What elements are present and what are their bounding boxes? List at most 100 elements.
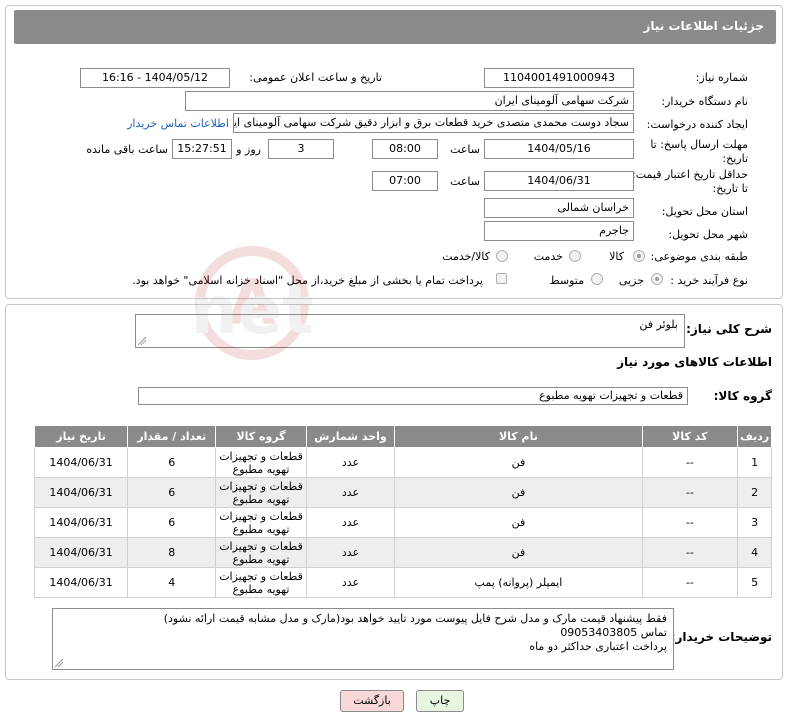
cell-qty: 6 — [127, 447, 217, 478]
buyer-notes-textarea[interactable]: فقط پیشنهاد قیمت مارک و مدل شرح فایل پیو… — [52, 608, 674, 670]
goods-table-header: ردیف کد کالا نام کالا واحد شمارش گروه کا… — [33, 425, 772, 448]
cell-row: 3 — [737, 507, 772, 538]
creator-label: ایجاد کننده درخواست: — [646, 118, 748, 131]
announce-datetime-field: 1404/05/12 - 16:16 — [80, 68, 230, 88]
buyer-org-field: شرکت سهامی آلومینای ایران — [185, 91, 634, 111]
cell-qty: 6 — [127, 477, 217, 508]
province-field: خراسان شمالی — [484, 198, 634, 218]
need-summary-label: شرح کلی نیاز: — [686, 322, 772, 336]
resize-grip-icon — [55, 659, 63, 667]
print-button[interactable]: چاپ — [416, 690, 464, 712]
cell-code: -- — [641, 567, 739, 598]
goods-group-label: گروه کالا: — [713, 389, 772, 403]
cell-row: 1 — [737, 447, 772, 478]
days-label: روز و — [236, 143, 261, 156]
price-validity-label: حداقل تاریخ اعتبار قیمت: — [632, 168, 748, 181]
cell-code: -- — [641, 537, 739, 568]
process-medium-radio[interactable] — [591, 273, 603, 285]
cell-date: 1404/06/31 — [33, 447, 129, 478]
reply-deadline-label: مهلت ارسال پاسخ: تا — [650, 138, 748, 151]
table-row: 1 -- فن عدد قطعات و تجهیزات تهویه مطبوع … — [33, 447, 772, 478]
validity-date-field: 1404/06/31 — [484, 171, 634, 191]
category-goods-label: کالا — [609, 250, 624, 263]
treasury-payment-checkbox[interactable] — [496, 273, 507, 284]
page-title: جزئیات اطلاعات نیاز — [643, 19, 764, 33]
resize-grip-icon — [138, 337, 146, 345]
buyer-notes-line-2: تماس 09053403805 — [560, 626, 667, 639]
reply-time-field: 08:00 — [372, 139, 438, 159]
cell-unit: عدد — [305, 567, 396, 598]
category-service-radio[interactable] — [569, 250, 581, 262]
cell-qty: 8 — [127, 537, 217, 568]
col-goods-group: گروه کالا — [215, 425, 307, 448]
cell-qty: 4 — [127, 567, 217, 598]
province-label: استان محل تحویل: — [661, 205, 748, 218]
need-number-field: 1104001491000943 — [484, 68, 634, 88]
cell-date: 1404/06/31 — [33, 507, 129, 538]
cell-unit: عدد — [305, 507, 396, 538]
validity-time-label: ساعت — [450, 175, 480, 188]
cell-name: فن — [394, 447, 643, 478]
treasury-payment-note: پرداخت تمام یا بخشی از مبلغ خرید،از محل … — [132, 274, 483, 287]
cell-name: ایمپلر (پروانه) پمپ — [394, 567, 643, 598]
buyer-notes-line-1: فقط پیشنهاد قیمت مارک و مدل شرح فایل پیو… — [163, 612, 667, 625]
cell-row: 5 — [737, 567, 772, 598]
reply-time-label: ساعت — [450, 143, 480, 156]
table-row: 5 -- ایمپلر (پروانه) پمپ عدد قطعات و تجه… — [33, 567, 772, 598]
cell-group: قطعات و تجهیزات تهویه مطبوع — [215, 567, 307, 598]
table-row: 3 -- فن عدد قطعات و تجهیزات تهویه مطبوع … — [33, 507, 772, 538]
cell-group: قطعات و تجهیزات تهویه مطبوع — [215, 507, 307, 538]
col-quantity: تعداد / مقدار — [127, 425, 217, 448]
reply-deadline-label-2: تاریخ: — [722, 152, 748, 165]
buyer-notes-line-3: پرداخت اعتباری حداکثر دو ماه — [529, 640, 667, 653]
cell-group: قطعات و تجهیزات تهویه مطبوع — [215, 477, 307, 508]
goods-info-title: اطلاعات کالاهای مورد نیاز — [617, 355, 772, 369]
cell-code: -- — [641, 477, 739, 508]
process-minor-radio[interactable] — [651, 273, 663, 285]
cell-date: 1404/06/31 — [33, 567, 129, 598]
category-goods-radio[interactable] — [633, 250, 645, 262]
col-goods-code: کد کالا — [641, 425, 739, 448]
buyer-contact-link[interactable]: اطلاعات تماس خریدار — [127, 117, 229, 130]
price-validity-label-2: تا تاریخ: — [712, 182, 748, 195]
cell-code: -- — [641, 507, 739, 538]
remaining-time-field: 15:27:51 — [172, 139, 232, 159]
city-field: جاجرم — [484, 221, 634, 241]
cell-row: 2 — [737, 477, 772, 508]
city-label: شهر محل تحویل: — [668, 228, 748, 241]
cell-name: فن — [394, 477, 643, 508]
goods-group-field: قطعات و تجهیزات تهویه مطبوع — [138, 387, 688, 405]
days-remaining-field: 3 — [268, 139, 334, 159]
cell-date: 1404/06/31 — [33, 477, 129, 508]
col-row: ردیف — [737, 425, 772, 448]
announce-datetime-label: تاریخ و ساعت اعلان عمومی: — [249, 71, 382, 84]
need-summary-text: بلوئر فن — [639, 318, 678, 331]
cell-name: فن — [394, 537, 643, 568]
cell-qty: 6 — [127, 507, 217, 538]
cell-group: قطعات و تجهیزات تهویه مطبوع — [215, 537, 307, 568]
creator-field: سجاد دوست محمدی متصدی خرید قطعات برق و ا… — [233, 113, 634, 133]
reply-date-field: 1404/05/16 — [484, 139, 634, 159]
category-goods-service-radio[interactable] — [496, 250, 508, 262]
buyer-org-label: نام دستگاه خریدار: — [661, 95, 748, 108]
buyer-notes-label: توضیحات خریدار: — [670, 630, 772, 644]
col-need-date: تاریخ نیاز — [33, 425, 129, 448]
cell-row: 4 — [737, 537, 772, 568]
col-unit: واحد شمارش — [305, 425, 396, 448]
category-label: طبقه بندی موضوعی: — [650, 250, 748, 263]
category-service-label: خدمت — [533, 250, 563, 263]
goods-table: ردیف کد کالا نام کالا واحد شمارش گروه کا… — [33, 425, 772, 598]
cell-unit: عدد — [305, 537, 396, 568]
category-goods-service-label: کالا/خدمت — [442, 250, 490, 263]
cell-unit: عدد — [305, 447, 396, 478]
col-goods-name: نام کالا — [394, 425, 643, 448]
process-medium-label: متوسط — [549, 274, 584, 287]
cell-date: 1404/06/31 — [33, 537, 129, 568]
cell-unit: عدد — [305, 477, 396, 508]
need-summary-textarea[interactable]: بلوئر فن — [135, 314, 685, 348]
validity-time-field: 07:00 — [372, 171, 438, 191]
page-header: جزئیات اطلاعات نیاز — [14, 10, 776, 44]
remaining-time-label: ساعت باقی مانده — [86, 143, 168, 156]
table-row: 2 -- فن عدد قطعات و تجهیزات تهویه مطبوع … — [33, 477, 772, 508]
back-button[interactable]: بازگشت — [340, 690, 404, 712]
